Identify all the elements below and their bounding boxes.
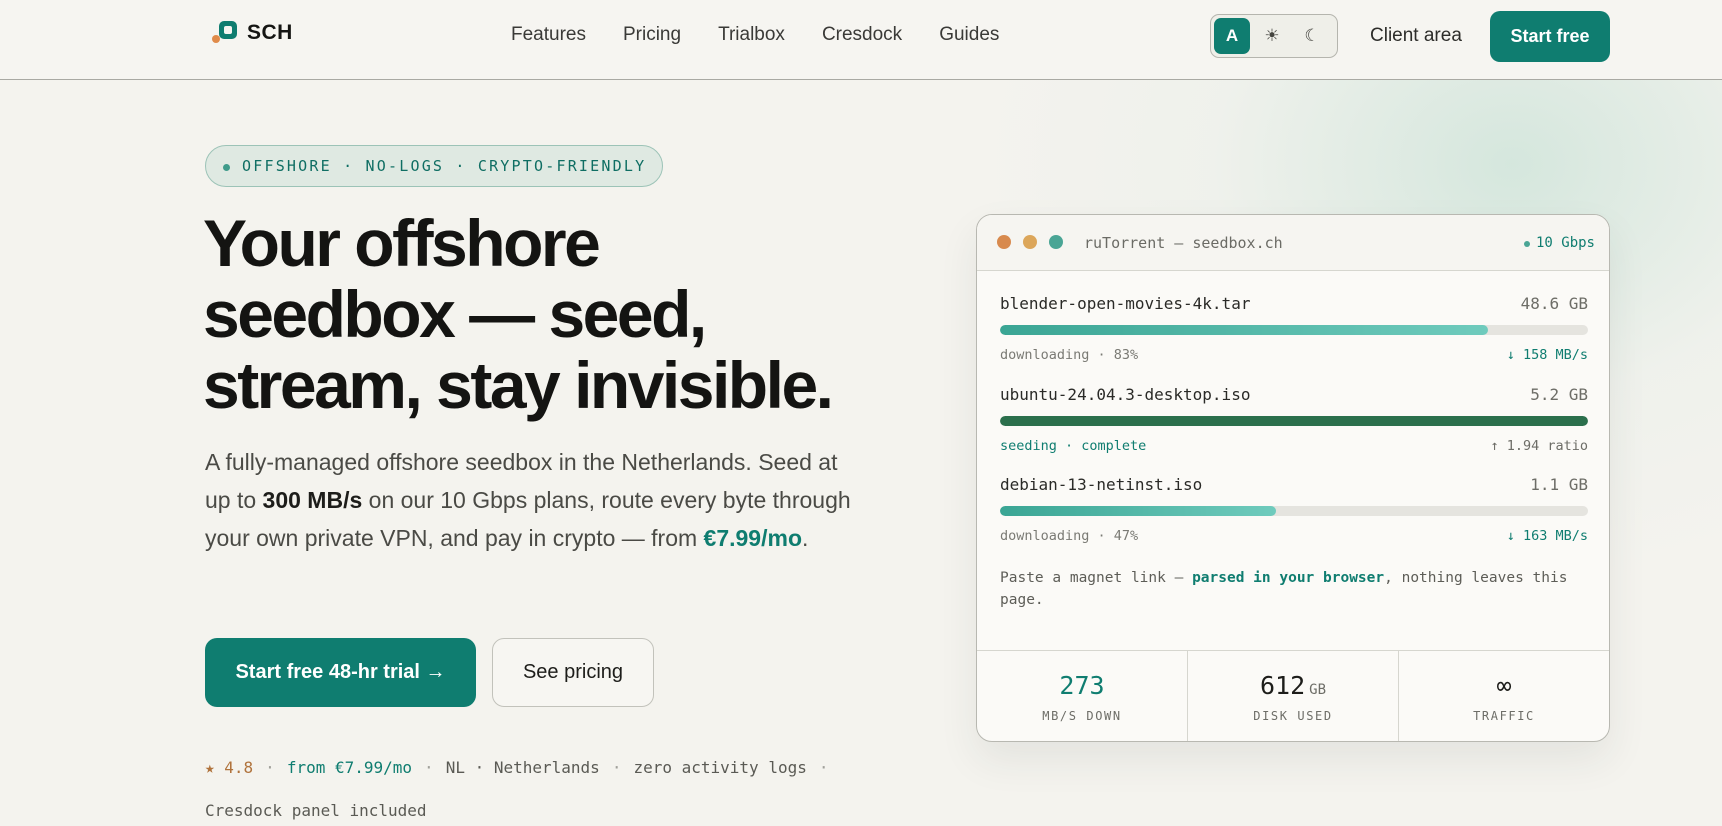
torrent-size: 5.2 GB xyxy=(1530,385,1588,404)
moon-icon[interactable]: ☾ xyxy=(1294,18,1330,54)
headline-line-2: seedbox — seed, xyxy=(203,277,707,351)
torrent-name: blender-open-movies-4k.tar xyxy=(1000,294,1251,313)
start-trial-button[interactable]: Start free 48-hr trial → xyxy=(205,638,476,707)
window-dots xyxy=(997,235,1063,249)
magnet-hint: Paste a magnet link — parsed in your bro… xyxy=(1000,567,1588,611)
stat-value: 273 xyxy=(1059,671,1105,700)
theme-auto-button[interactable]: A xyxy=(1214,18,1250,54)
torrent-name: debian-13-netinst.iso xyxy=(1000,475,1203,494)
brand-logo[interactable]: SCH xyxy=(211,20,293,46)
stat-value: 612 xyxy=(1259,671,1306,700)
location: NL · Netherlands xyxy=(445,758,600,777)
main-menu: Features Pricing Trialbox Cresdock Guide… xyxy=(511,24,999,46)
headline-line-3: stream, stay invisible. xyxy=(203,348,834,422)
stat-traffic: ∞ TRAFFIC xyxy=(1399,651,1609,741)
top-nav: SCH Features Pricing Trialbox Cresdock G… xyxy=(0,0,1722,80)
headline-line-1: Your offshore xyxy=(203,206,601,280)
brand-name: SCH xyxy=(247,21,293,44)
rutorrent-preview-card: ruTorrent — seedbox.ch 10 Gbps blender-o… xyxy=(976,214,1610,742)
card-title: ruTorrent — seedbox.ch xyxy=(1084,234,1283,252)
from-price: from €7.99/mo xyxy=(286,758,413,777)
stat-label: DISK USED xyxy=(1253,709,1333,723)
progress-fill xyxy=(1000,325,1489,335)
stat-label: MB/S DOWN xyxy=(1042,709,1122,723)
logo-icon xyxy=(211,20,239,46)
lede-price: €7.99/mo xyxy=(703,525,802,551)
theme-switcher: A ☀ ☾ xyxy=(1210,14,1338,58)
progress-fill xyxy=(1000,416,1588,426)
client-area-link[interactable]: Client area xyxy=(1370,25,1462,47)
window-dot-yellow xyxy=(1023,235,1037,249)
progress-fill xyxy=(1000,506,1277,516)
torrent-name: ubuntu-24.04.3-desktop.iso xyxy=(1000,385,1251,404)
torrent-rate: ↓ 158 MB/s xyxy=(1506,347,1588,363)
magnet-highlight: parsed in your browser xyxy=(1192,570,1385,586)
torrent-rate: ↓ 163 MB/s xyxy=(1506,528,1588,544)
torrent-item: debian-13-netinst.iso 1.1 GB downloading … xyxy=(1000,475,1588,544)
torrent-status: downloading · 83% xyxy=(1000,347,1139,363)
see-pricing-button[interactable]: See pricing xyxy=(492,638,654,707)
progress-bar xyxy=(1000,506,1588,516)
stat-unit: GB xyxy=(1309,682,1326,698)
sun-icon[interactable]: ☀ xyxy=(1254,18,1290,54)
stats-row: 273 MB/S DOWN 612 GB DISK USED ∞ TRAFFIC xyxy=(977,650,1609,741)
hero-headline: Your offshore seedbox — seed, stream, st… xyxy=(203,208,903,421)
lede-end: . xyxy=(802,525,809,551)
panel-note: Cresdock panel included xyxy=(205,801,427,820)
start-free-button[interactable]: Start free xyxy=(1490,11,1610,62)
magnet-text-1: Paste a magnet link — xyxy=(1000,570,1193,586)
torrent-status: seeding · complete xyxy=(1000,438,1147,454)
nav-guides[interactable]: Guides xyxy=(939,24,999,46)
stat-download: 273 MB/S DOWN xyxy=(977,651,1188,741)
nav-cresdock[interactable]: Cresdock xyxy=(822,24,902,46)
nav-features[interactable]: Features xyxy=(511,24,586,46)
nav-trialbox[interactable]: Trialbox xyxy=(718,24,785,46)
torrent-status: downloading · 47% xyxy=(1000,528,1139,544)
window-dot-orange xyxy=(997,235,1011,249)
card-titlebar: ruTorrent — seedbox.ch 10 Gbps xyxy=(977,215,1609,271)
torrent-size: 48.6 GB xyxy=(1520,294,1588,313)
progress-bar xyxy=(1000,416,1588,426)
hero-description: A fully-managed offshore seedbox in the … xyxy=(205,443,865,557)
nav-pricing[interactable]: Pricing xyxy=(623,24,681,46)
trust-meta: ★ 4.8 · from €7.99/mo · NL · Netherlands · zer… xyxy=(205,758,829,820)
torrent-item: ubuntu-24.04.3-desktop.iso 5.2 GB seeding… xyxy=(1000,385,1588,454)
link-speed: 10 Gbps xyxy=(1523,235,1595,251)
torrent-ratio: ↑ 1.94 ratio xyxy=(1490,438,1588,454)
logs-note: zero activity logs xyxy=(633,758,807,777)
torrent-size: 1.1 GB xyxy=(1530,475,1588,494)
torrent-item: blender-open-movies-4k.tar 48.6 GB downlo… xyxy=(1000,294,1588,363)
stat-disk: 612 GB DISK USED xyxy=(1188,651,1399,741)
rating: ★ 4.8 xyxy=(205,758,254,777)
lede-speed: 300 MB/s xyxy=(262,487,363,513)
window-dot-green xyxy=(1049,235,1063,249)
progress-bar xyxy=(1000,325,1588,335)
stat-value: ∞ xyxy=(1496,671,1512,700)
stat-label: TRAFFIC xyxy=(1473,709,1535,723)
feature-pill: OFFSHORE · NO-LOGS · CRYPTO-FRIENDLY xyxy=(205,145,664,187)
